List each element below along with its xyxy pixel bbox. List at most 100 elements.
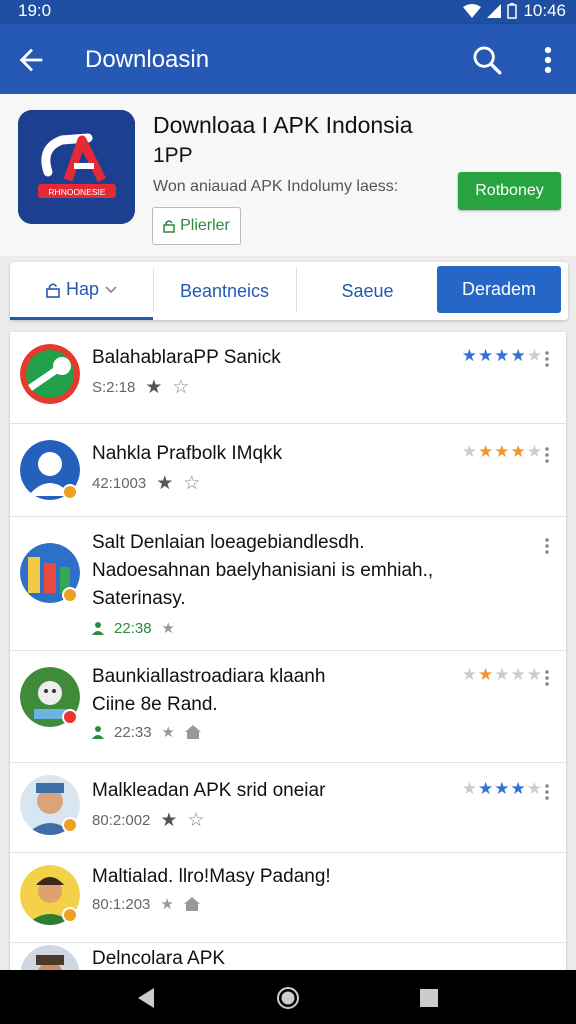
star-icon: ★	[461, 779, 477, 798]
more-options-icon[interactable]	[544, 446, 550, 464]
list-item-count: S:2:18	[92, 379, 136, 396]
preview-button[interactable]: Plierler	[152, 207, 241, 245]
star-icon: ★	[478, 779, 494, 798]
person-icon	[92, 622, 104, 635]
status-time-left: 19:0	[18, 1, 52, 20]
system-nav-bar	[0, 970, 576, 1024]
star-icon: ★	[160, 810, 178, 831]
tab-beantneics[interactable]: Beantneics	[153, 262, 296, 320]
list-item-title: Maltialad. llro!Masy Padang!	[92, 866, 331, 887]
tab-deradem[interactable]: Deradem	[437, 266, 561, 313]
star-icon: ★	[478, 665, 494, 684]
star-outline-icon: ☆	[183, 473, 201, 494]
badge-icon	[62, 817, 78, 833]
star-icon: ★	[494, 665, 510, 684]
person-icon	[92, 726, 104, 739]
app-header: RHNOONESIE Downloaa I APK Indonsia 1PP W…	[0, 94, 576, 256]
star-icon: ★	[526, 779, 542, 798]
app-subtitle: 1PP	[153, 144, 193, 167]
star-icon: ★	[494, 779, 510, 798]
status-bar: 19:0 10:46	[0, 0, 576, 24]
home-icon	[185, 725, 201, 739]
list-item-meta: S:2:18 ★ ☆	[92, 376, 189, 399]
rating-stars: ★ ★ ★ ★ ★	[462, 346, 542, 366]
star-half-icon: ★	[161, 724, 175, 741]
app-logo: RHNOONESIE	[18, 110, 135, 224]
rating-stars: ★ ★ ★ ★ ★	[462, 442, 542, 462]
star-icon: ★	[526, 346, 542, 365]
list-item-count: 22:33	[114, 723, 152, 741]
list-item[interactable]: Maltialad. llro!Masy Padang! 80:1:203 ★	[10, 853, 566, 943]
install-button-label: Rotboney	[475, 182, 544, 199]
list-item[interactable]: Baunkiallastroadiara klaanh Ciine 8e Ran…	[10, 651, 566, 763]
list-item-subtitle: Saterinasy.	[92, 588, 186, 609]
avatar	[20, 945, 80, 972]
tab-label: Beantneics	[179, 280, 270, 301]
list-item-title: Salt Denlaian loeagebiandlesdh.	[92, 532, 365, 553]
list-item[interactable]: Delncolara APK	[10, 943, 566, 972]
list-item-title: BalahablaraPP Sanick	[92, 347, 281, 368]
list-item-subtitle: Ciine 8e Rand.	[92, 694, 218, 715]
nav-recents-icon[interactable]	[419, 988, 439, 1008]
list-item-count: 80:2:002	[92, 812, 151, 829]
tab-label: Deradem	[461, 279, 537, 299]
tab-label: Hap	[65, 279, 100, 299]
tab-saeue[interactable]: Saeue	[296, 262, 439, 320]
star-icon: ★	[461, 665, 477, 684]
star-icon: ★	[494, 442, 510, 461]
app-logo-text: RHNOONESIE	[48, 187, 105, 197]
badge-icon	[62, 587, 78, 603]
star-icon: ★	[156, 473, 174, 494]
tab-hap[interactable]: Hap	[10, 262, 153, 320]
rating-stars: ★ ★ ★ ★ ★	[462, 665, 542, 685]
nav-home-icon[interactable]	[276, 986, 300, 1010]
badge-icon	[62, 709, 78, 725]
tab-label: Saeue	[341, 280, 394, 301]
badge-icon	[62, 907, 78, 923]
more-options-icon[interactable]	[544, 350, 550, 368]
list-item[interactable]: Malkleadan APK srid oneiar 80:2:002 ★ ☆ …	[10, 763, 566, 853]
star-icon: ★	[478, 346, 494, 365]
list-item[interactable]: Nahkla Prafbolk IMqkk 42:1003 ★ ☆ ★ ★ ★ ★ ★	[10, 424, 566, 517]
star-icon: ★	[510, 779, 526, 798]
list-item-meta: 42:1003 ★ ☆	[92, 472, 200, 495]
list-item-meta: 80:2:002 ★ ☆	[92, 809, 204, 832]
badge-icon	[62, 484, 78, 500]
list-item-title: Baunkiallastroadiara klaanh	[92, 666, 326, 687]
preview-button-label: Plierler	[180, 217, 230, 234]
nav-back-icon[interactable]	[136, 987, 156, 1009]
wifi-icon	[463, 4, 482, 18]
category-tabs: Hap Beantneics Saeue Deradem	[10, 262, 568, 320]
star-icon: ★	[526, 665, 542, 684]
avatar	[20, 344, 80, 404]
star-icon: ★	[510, 665, 526, 684]
star-half-icon: ★	[160, 896, 174, 913]
install-button[interactable]: Rotboney	[458, 172, 561, 210]
star-icon: ★	[145, 377, 163, 398]
search-icon[interactable]	[470, 43, 504, 77]
more-options-icon[interactable]	[544, 783, 550, 801]
list-item-title: Nahkla Prafbolk IMqkk	[92, 443, 283, 464]
star-icon: ★	[526, 442, 542, 461]
star-outline-icon: ☆	[172, 377, 190, 398]
chevron-down-icon	[105, 285, 117, 293]
list-item-title: Delncolara APK	[92, 948, 226, 969]
app-list: BalahablaraPP Sanick S:2:18 ★ ☆ ★ ★ ★ ★ ★ Na…	[10, 332, 566, 972]
app-bar: Downloasin	[0, 24, 576, 94]
star-icon: ★	[461, 442, 477, 461]
more-options-icon[interactable]	[544, 537, 550, 555]
back-arrow-icon[interactable]	[14, 43, 48, 77]
list-item[interactable]: BalahablaraPP Sanick S:2:18 ★ ☆ ★ ★ ★ ★ ★	[10, 332, 566, 424]
list-item-meta: 22:33 ★	[92, 723, 201, 741]
status-time-right: 10:46	[523, 1, 566, 20]
more-options-icon[interactable]	[544, 669, 550, 687]
list-item-count: 80:1:203	[92, 895, 151, 913]
star-icon: ★	[478, 442, 494, 461]
battery-icon	[507, 3, 518, 19]
more-options-icon[interactable]	[534, 43, 562, 77]
list-item-meta: 22:38 ★	[92, 619, 175, 637]
star-half-icon: ★	[161, 620, 175, 637]
lock-icon	[163, 220, 175, 233]
rating-stars: ★ ★ ★ ★ ★	[462, 779, 542, 799]
list-item[interactable]: Salt Denlaian loeagebiandlesdh. Nadoesah…	[10, 517, 566, 651]
